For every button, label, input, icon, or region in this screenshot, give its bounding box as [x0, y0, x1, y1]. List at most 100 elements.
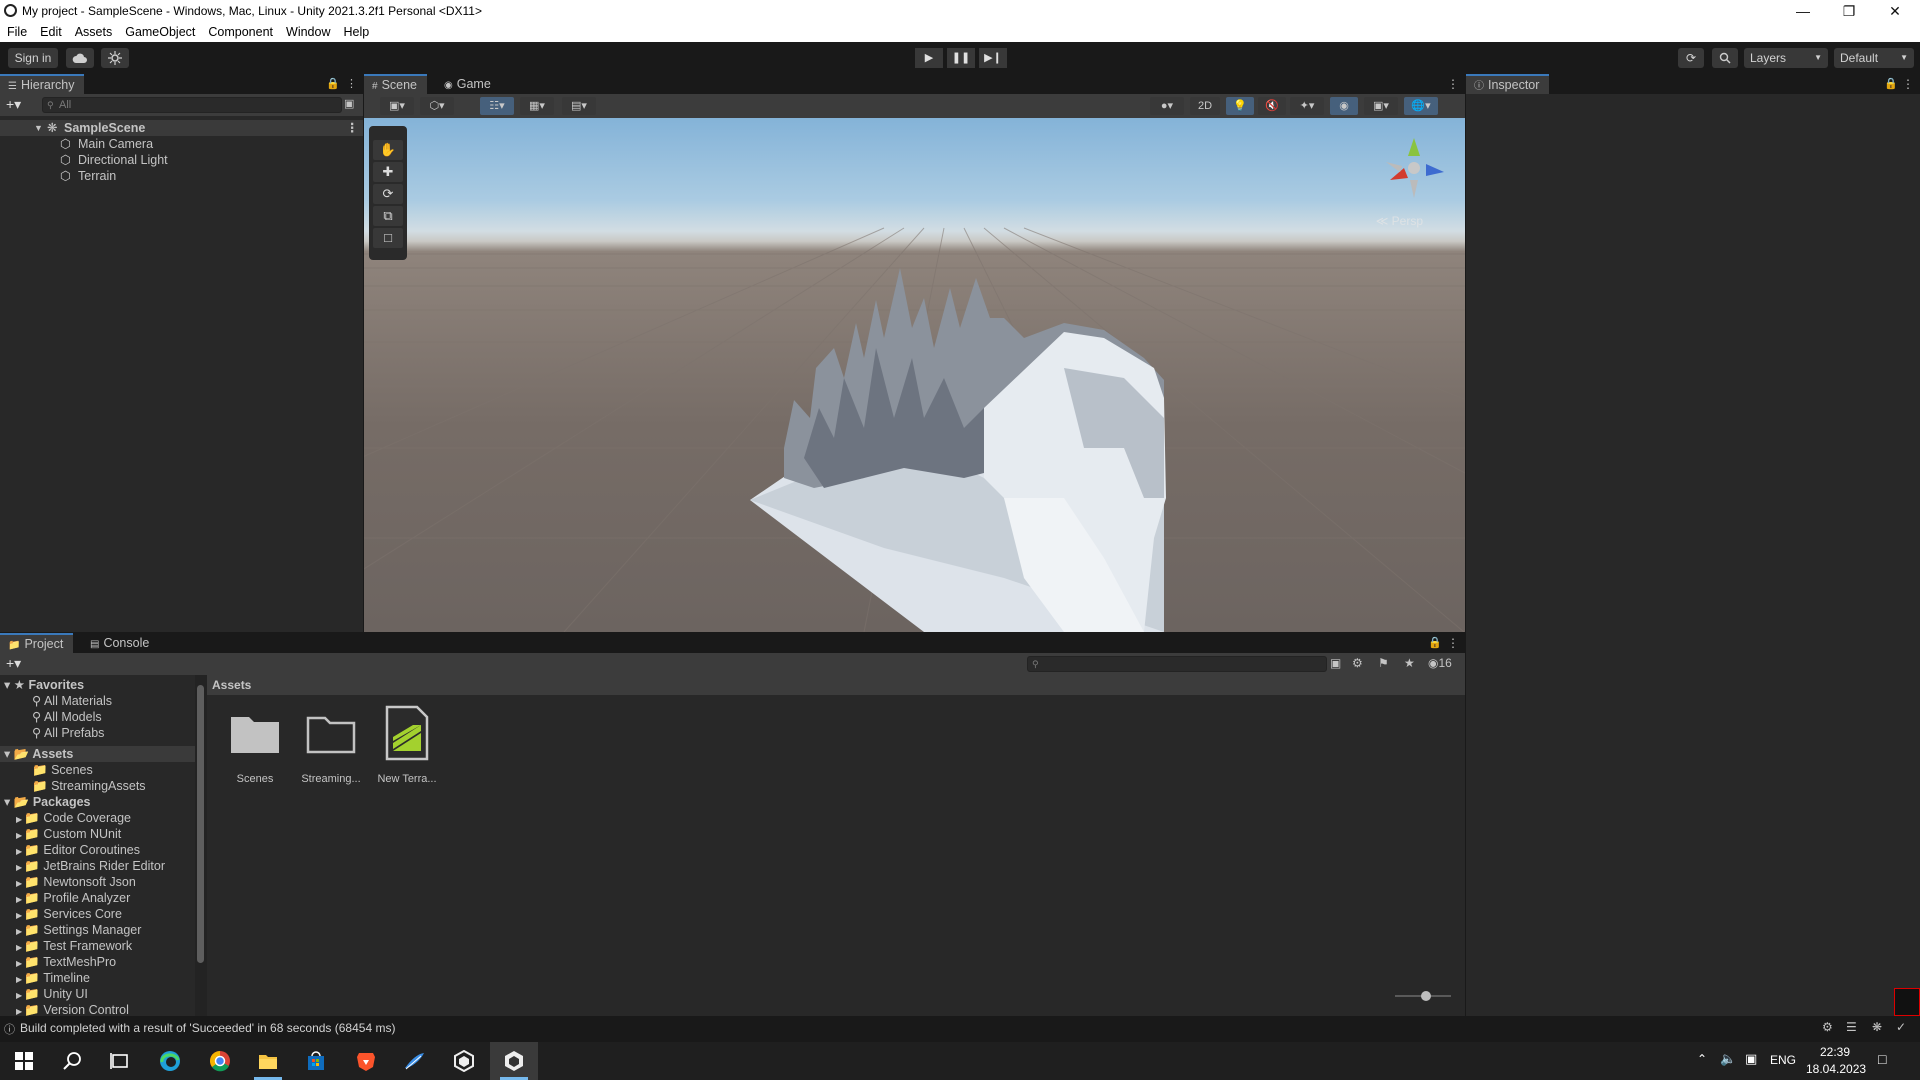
sign-in-button[interactable]: Sign in — [8, 48, 58, 68]
package-item[interactable]: ▶ 📁 Unity UI — [16, 986, 88, 1002]
create-add-button[interactable]: +▾ — [6, 96, 21, 113]
rect-tool-button[interactable]: □ — [373, 228, 403, 248]
unity-editor-app[interactable] — [490, 1042, 538, 1080]
hand-tool-button[interactable]: ✋ — [373, 140, 403, 160]
package-item[interactable]: ▶ 📁 Timeline — [16, 970, 90, 986]
hierarchy-item-directional-light[interactable]: ⬡ Directional Light — [0, 152, 363, 168]
lighting-toggle[interactable]: 💡 — [1226, 97, 1254, 115]
project-tree-scrollbar[interactable] — [195, 675, 207, 1016]
package-item[interactable]: ▶ 📁 Services Core — [16, 906, 122, 922]
asset-item-terrain[interactable]: New Terra... — [371, 705, 443, 785]
effects-dropdown[interactable]: ✦▾ — [1290, 97, 1324, 115]
package-item[interactable]: ▶ 📁 Code Coverage — [16, 810, 131, 826]
package-item[interactable]: ▶ 📁 Version Control — [16, 1002, 129, 1016]
cloud-button[interactable] — [66, 48, 94, 68]
notification-badge[interactable] — [1894, 988, 1920, 1016]
volume-icon[interactable]: 🔈 — [1720, 1051, 1736, 1067]
menu-help[interactable]: Help — [336, 22, 375, 39]
layers-dropdown[interactable]: Layers ▼ — [1744, 48, 1828, 68]
assets-header[interactable]: ▾ 📂 Assets — [0, 746, 195, 762]
terrain-mesh[interactable] — [750, 268, 1166, 632]
tab-console[interactable]: ▤ Console — [82, 633, 159, 653]
search-by-label-icon[interactable]: ⚙ — [1352, 656, 1363, 670]
minimize-button[interactable]: — — [1780, 0, 1826, 22]
restore-button[interactable]: ❐ — [1826, 0, 1872, 22]
asset-item-scenes[interactable]: Scenes — [219, 705, 291, 785]
hidden-objects-toggle[interactable]: ◉ — [1330, 97, 1358, 115]
clock-time[interactable]: 22:39 — [1818, 1045, 1852, 1059]
more-options-icon[interactable]: ⋮ — [1447, 77, 1459, 91]
brave-app[interactable] — [342, 1042, 390, 1080]
tab-game[interactable]: ◉ Game — [436, 74, 501, 94]
show-hidden-icons-chevron-icon[interactable]: ⌃ — [1697, 1052, 1707, 1066]
hierarchy-item-terrain[interactable]: ⬡ Terrain — [0, 168, 363, 184]
draw-mode-dropdown[interactable]: ▣▾ — [380, 97, 414, 115]
menu-edit[interactable]: Edit — [33, 22, 68, 39]
lock-icon[interactable]: 🔒 — [326, 77, 340, 90]
file-explorer-app[interactable] — [244, 1042, 292, 1080]
menu-component[interactable]: Component — [201, 22, 279, 39]
menu-file[interactable]: File — [0, 22, 33, 39]
more-options-icon[interactable]: ⋮ — [1447, 636, 1459, 650]
package-item[interactable]: ▶ 📁 Test Framework — [16, 938, 132, 954]
perspective-label[interactable]: ≪ Persp — [1376, 214, 1423, 228]
search-filter-icon[interactable]: ▣ — [344, 97, 354, 110]
tab-hierarchy[interactable]: ☰ Hierarchy — [0, 74, 85, 94]
2d-toggle[interactable]: 2D — [1190, 97, 1220, 115]
tab-inspector[interactable]: ⓘ Inspector — [1466, 74, 1550, 94]
packages-header[interactable]: ▾ 📂 Packages — [4, 794, 91, 810]
search-button[interactable] — [1712, 48, 1738, 68]
scene-row[interactable]: ▼ ❋ SampleScene ⋮ — [0, 120, 363, 136]
expand-arrow-icon[interactable]: ▼ — [34, 120, 43, 136]
hierarchy-search-input[interactable]: ⚲ All — [42, 97, 342, 113]
unity-hub-app[interactable] — [440, 1042, 488, 1080]
progress-icon[interactable]: ✓ — [1896, 1020, 1906, 1034]
menu-window[interactable]: Window — [279, 22, 336, 39]
slider-thumb[interactable] — [1421, 991, 1431, 1001]
language-indicator[interactable]: ENG — [1770, 1053, 1796, 1067]
chrome-app[interactable] — [196, 1042, 244, 1080]
audio-toggle[interactable]: 🔇 — [1258, 97, 1286, 115]
asset-item-streaming[interactable]: Streaming... — [295, 705, 367, 785]
close-button[interactable]: ✕ — [1872, 0, 1918, 22]
more-options-icon[interactable]: ⋮ — [346, 77, 357, 90]
label-tag-icon[interactable]: ⚑ — [1378, 656, 1389, 670]
grid-snap-dropdown[interactable]: ☷▾ — [480, 97, 514, 115]
cache-server-icon[interactable]: ☰ — [1846, 1020, 1857, 1034]
lock-icon[interactable]: 🔒 — [1884, 77, 1898, 90]
more-options-icon[interactable]: ⋮ — [1902, 77, 1914, 91]
package-item[interactable]: ▶ 📁 Settings Manager — [16, 922, 141, 938]
edge-app[interactable] — [146, 1042, 194, 1080]
debug-icon[interactable]: ⚙ — [1822, 1020, 1833, 1034]
bug-icon[interactable]: ❋ — [1872, 1020, 1882, 1034]
move-tool-button[interactable]: ✚ — [373, 162, 403, 182]
shading-dropdown[interactable]: ⬡▾ — [420, 97, 454, 115]
increment-snap-dropdown[interactable]: ▤▾ — [562, 97, 596, 115]
gizmo-z-axis[interactable] — [1426, 164, 1444, 176]
package-item[interactable]: ▶ 📁 JetBrains Rider Editor — [16, 858, 165, 874]
layout-dropdown[interactable]: Default ▼ — [1834, 48, 1914, 68]
start-button[interactable] — [0, 1042, 48, 1080]
status-message[interactable]: Build completed with a result of 'Succee… — [20, 1021, 395, 1035]
menu-assets[interactable]: Assets — [68, 22, 119, 39]
grid-dropdown[interactable]: ▦▾ — [520, 97, 554, 115]
task-view-button[interactable] — [96, 1042, 144, 1080]
play-button[interactable]: ▶ — [915, 48, 943, 68]
more-options-icon[interactable]: ⋮ — [346, 120, 359, 136]
favorite-item[interactable]: ⚲ All Prefabs — [32, 725, 104, 741]
package-item[interactable]: ▶ 📁 Profile Analyzer — [16, 890, 130, 906]
icon-size-slider[interactable] — [1393, 990, 1453, 1002]
taskbar-search-button[interactable] — [48, 1042, 96, 1080]
folder-item[interactable]: 📁 Scenes — [32, 762, 93, 778]
menu-gameobject[interactable]: GameObject — [118, 22, 201, 39]
camera-dropdown[interactable]: ▣▾ — [1364, 97, 1398, 115]
lock-icon[interactable]: 🔒 — [1428, 636, 1442, 649]
step-button[interactable]: ▶❙ — [979, 48, 1007, 68]
action-center-icon[interactable]: □ — [1878, 1051, 1886, 1067]
package-item[interactable]: ▶ 📁 TextMeshPro — [16, 954, 116, 970]
folder-item[interactable]: 📁 StreamingAssets — [32, 778, 146, 794]
package-item[interactable]: ▶ 📁 Editor Coroutines — [16, 842, 140, 858]
orientation-gizmo[interactable] — [1374, 128, 1454, 208]
history-button[interactable]: ⟳ — [1678, 48, 1704, 68]
hidden-packages-toggle[interactable]: ◉16 — [1428, 656, 1452, 670]
